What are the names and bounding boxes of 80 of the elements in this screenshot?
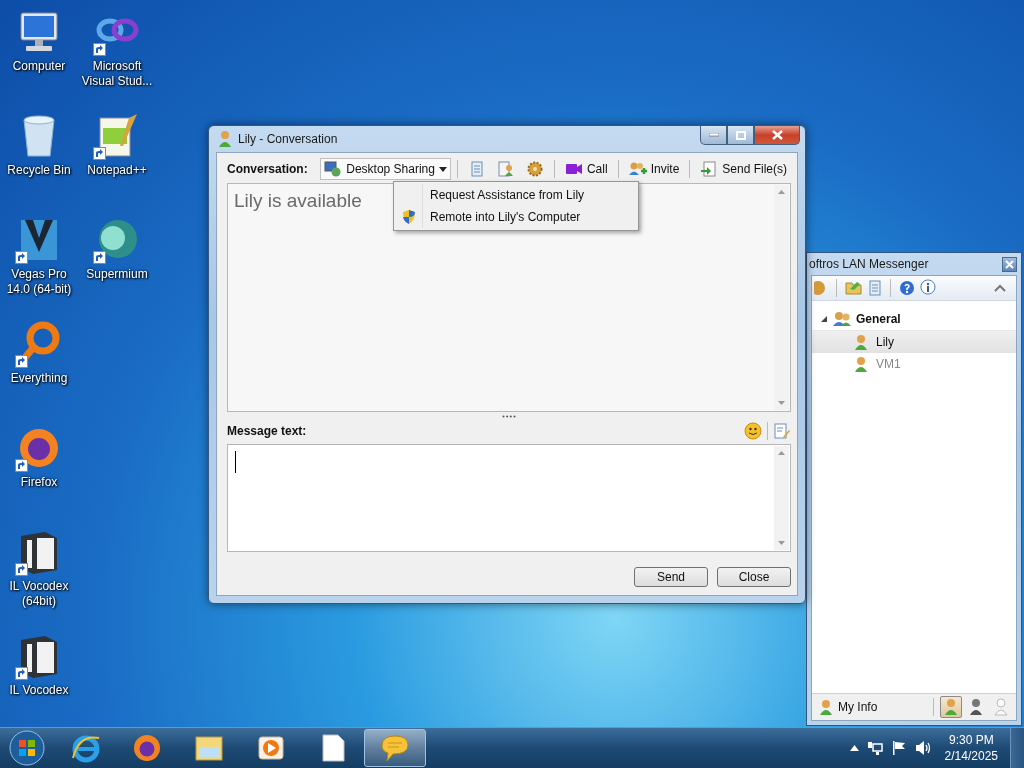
desktop-icon-label[interactable]: Notepad++ — [79, 163, 155, 178]
show-hidden-icons-icon[interactable] — [849, 745, 859, 751]
outline-person-icon — [994, 698, 1008, 716]
shield-icon — [402, 209, 416, 225]
contact-card-icon — [496, 161, 515, 177]
message-input-field[interactable] — [227, 444, 791, 552]
scroll-up-icon[interactable] — [778, 451, 785, 455]
windows-orb-icon — [9, 730, 45, 766]
contact-item[interactable]: VM1 — [812, 353, 1016, 375]
gear-icon — [525, 161, 544, 177]
maximize-button[interactable] — [727, 126, 754, 145]
clock[interactable]: 9:30 PM 2/14/2025 — [940, 732, 1002, 764]
speech-bubble-icon — [379, 732, 411, 764]
shortcut-arrow-icon — [15, 459, 28, 472]
shortcut-arrow-icon — [93, 147, 106, 160]
close-button[interactable] — [1002, 256, 1017, 272]
toolbar-button[interactable]: Invite — [624, 158, 684, 180]
desktop-icon-label[interactable]: Vegas Pro 14.0 (64-bit) — [1, 267, 77, 297]
add-people-icon — [628, 161, 647, 177]
close-icon — [771, 130, 783, 140]
my-info-button[interactable]: My Info — [816, 699, 881, 715]
toolbar-button[interactable]: Call — [560, 158, 612, 180]
person-icon — [944, 698, 958, 716]
menu-item[interactable]: Remote into Lily's Computer — [396, 206, 636, 228]
folder-icon[interactable] — [845, 280, 863, 296]
send-file-icon — [700, 161, 719, 177]
window-title: Lily - Conversation — [238, 132, 338, 146]
desktop-icon-label[interactable]: IL Vocodex (64bit) — [1, 579, 77, 609]
scroll-down-icon[interactable] — [778, 541, 785, 545]
info-icon[interactable] — [920, 279, 936, 297]
toolbar-button[interactable]: Send File(s) — [696, 158, 791, 180]
minimize-icon — [708, 133, 719, 137]
collapse-caret-icon[interactable] — [994, 284, 1006, 292]
firefox-icon — [131, 732, 163, 764]
scroll-down-icon[interactable] — [778, 401, 785, 405]
monitor-share-icon — [324, 161, 343, 177]
flag-icon[interactable] — [890, 740, 907, 756]
scroll-up-icon[interactable] — [778, 190, 785, 194]
window-title: oftros LAN Messenger — [809, 257, 930, 271]
video-camera-icon — [564, 161, 583, 177]
shortcut-arrow-icon — [15, 251, 28, 264]
people-group-icon — [832, 311, 852, 327]
close-icon — [1005, 259, 1014, 269]
person-icon — [819, 699, 833, 715]
maximize-icon — [735, 130, 746, 140]
group-name[interactable]: General — [856, 312, 901, 326]
desktop-icon-label[interactable]: Everything — [1, 371, 77, 386]
close-button[interactable]: Close — [717, 567, 791, 587]
person-icon — [854, 356, 868, 372]
text-caret — [235, 451, 236, 473]
desktop-icon-label[interactable]: Computer — [1, 59, 77, 74]
shortcut-arrow-icon — [15, 667, 28, 680]
minimize-button[interactable] — [700, 126, 727, 145]
smiley-icon[interactable] — [744, 422, 762, 440]
dark-person-icon — [969, 698, 983, 716]
person-icon — [854, 334, 868, 350]
status-message: Lily is available — [234, 190, 362, 211]
speaker-icon[interactable] — [914, 740, 933, 756]
contact-item[interactable]: Lily — [812, 331, 1016, 353]
person-icon — [217, 130, 233, 148]
send-button[interactable]: Send — [634, 567, 708, 587]
toolbar-button[interactable]: Desktop Sharing — [320, 158, 451, 180]
shortcut-arrow-icon — [15, 355, 28, 368]
shortcut-arrow-icon — [15, 563, 28, 576]
dropdown-caret-icon — [438, 166, 447, 172]
desktop-icon-label[interactable]: Supermium — [79, 267, 155, 282]
message-text-label: Message text: — [227, 424, 307, 438]
desktop-icon-label[interactable]: Recycle Bin — [1, 163, 77, 178]
menu-item[interactable]: Request Assistance from Lily — [396, 184, 636, 206]
conversation-label: Conversation: — [227, 162, 308, 176]
desktop-icon-label[interactable]: Firefox — [1, 475, 77, 490]
desktop-icon-label[interactable]: IL Vocodex — [1, 683, 77, 698]
status-button[interactable] — [940, 696, 962, 718]
splitter-grip-icon[interactable] — [502, 415, 516, 418]
desktop-icon-label[interactable]: Microsoft Visual Stud... — [79, 59, 155, 89]
network-icon[interactable] — [866, 740, 883, 756]
shortcut-arrow-icon — [93, 43, 106, 56]
shortcut-arrow-icon — [93, 251, 106, 264]
help-icon[interactable] — [899, 280, 915, 296]
close-button[interactable] — [754, 126, 800, 145]
